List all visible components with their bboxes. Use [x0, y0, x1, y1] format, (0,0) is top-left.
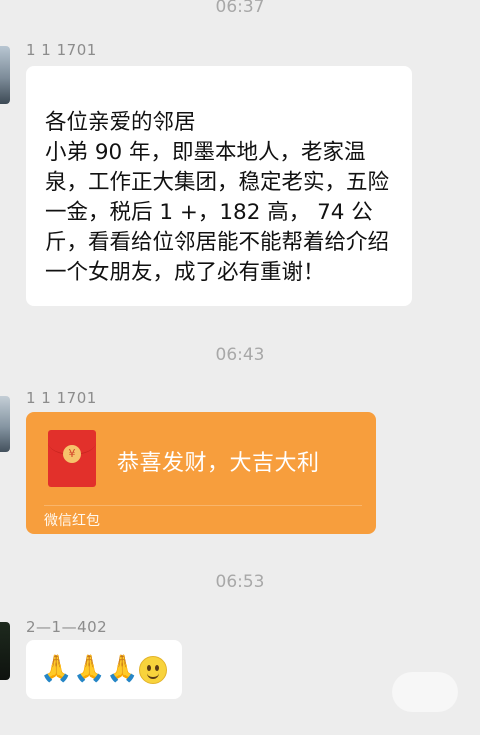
avatar[interactable]	[0, 622, 10, 680]
sender-name: 1 1 1701	[26, 41, 97, 59]
emoji-message-bubble[interactable]: 🙏 🙏 🙏	[26, 640, 182, 699]
red-packet-title: 恭喜发财，大吉大利	[117, 451, 320, 476]
divider	[44, 505, 362, 506]
sender-name: 2—1—402	[26, 618, 108, 636]
message-text: 各位亲爱的邻居 小弟 90 年，即墨本地人，老家温泉，工作正大集团，稳定老实，五…	[45, 110, 390, 285]
watermark-blur	[392, 672, 458, 712]
folded-hands-icon: 🙏	[106, 654, 139, 684]
folded-hands-icon: 🙏	[40, 654, 73, 684]
timestamp: 06:43	[215, 345, 265, 365]
red-packet-label: 微信红包	[44, 513, 100, 529]
red-envelope-icon: ¥	[48, 430, 96, 487]
red-packet-message[interactable]: ¥ 恭喜发财，大吉大利 微信红包	[26, 412, 376, 534]
message-bubble[interactable]: 各位亲爱的邻居 小弟 90 年，即墨本地人，老家温泉，工作正大集团，稳定老实，五…	[26, 66, 412, 306]
folded-hands-icon: 🙏	[73, 654, 106, 684]
timestamp: 06:53	[215, 572, 265, 592]
timestamp: 06:37	[215, 0, 265, 17]
avatar[interactable]	[0, 46, 10, 104]
sender-name: 1 1 1701	[26, 389, 97, 407]
avatar[interactable]	[0, 396, 10, 452]
smiling-face-icon	[139, 655, 167, 684]
